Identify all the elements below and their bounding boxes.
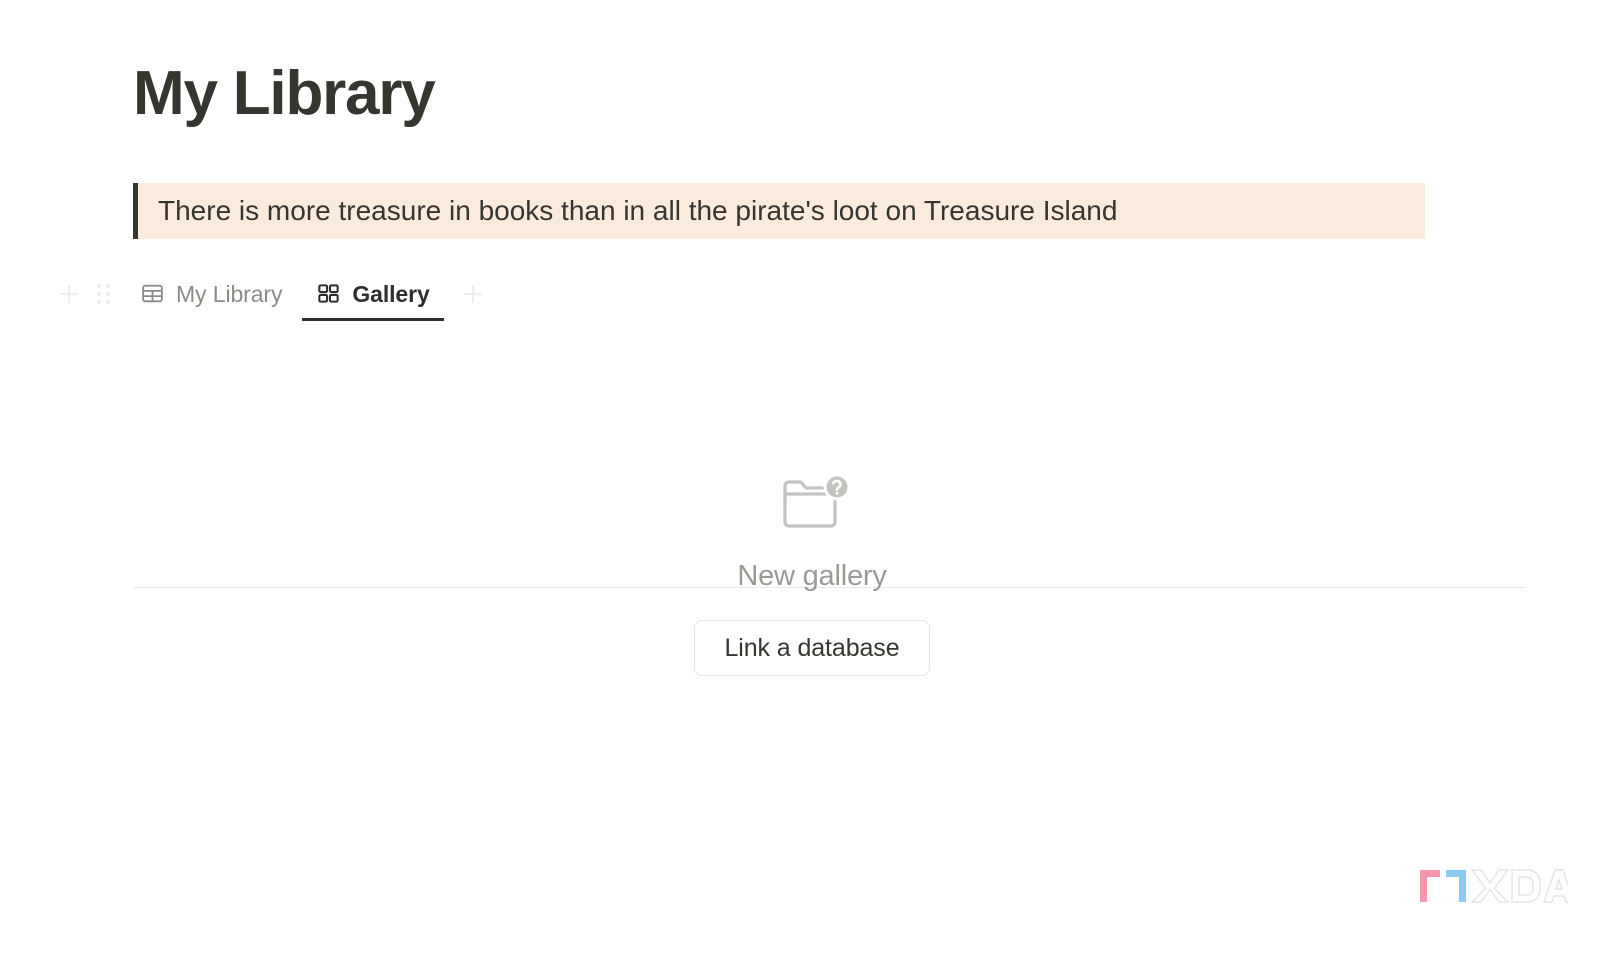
tab-gallery-label: Gallery: [352, 280, 430, 307]
link-a-database-button[interactable]: Link a database: [694, 620, 930, 676]
folder-question-icon: [777, 470, 851, 536]
plus-icon: [56, 281, 82, 307]
quote-text-container: There is more treasure in books than in …: [138, 183, 1425, 239]
grid-icon: [316, 281, 341, 306]
page-title[interactable]: My Library: [133, 56, 436, 132]
tab-my-library[interactable]: My Library: [126, 266, 296, 321]
add-view-button-left[interactable]: [52, 277, 86, 311]
view-drag-handle[interactable]: [86, 277, 120, 311]
drag-handle-icon: [96, 283, 110, 304]
quote-text[interactable]: There is more treasure in books than in …: [158, 191, 1117, 231]
tab-gallery[interactable]: Gallery: [302, 266, 444, 321]
quote-block[interactable]: There is more treasure in books than in …: [133, 183, 1425, 239]
add-view-button-right[interactable]: [456, 277, 490, 311]
gallery-empty-state: New gallery Link a database: [0, 470, 1624, 676]
tab-my-library-label: My Library: [176, 280, 283, 307]
view-tabbar-items: My Library Gallery: [52, 266, 490, 321]
view-tabbar: My Library Gallery: [0, 266, 1624, 588]
notion-page: My Library There is more treasure in boo…: [0, 0, 1624, 956]
xda-watermark: [1416, 864, 1568, 908]
plus-icon: [460, 281, 486, 307]
table-icon: [140, 281, 165, 306]
empty-state-title: New gallery: [737, 560, 887, 592]
